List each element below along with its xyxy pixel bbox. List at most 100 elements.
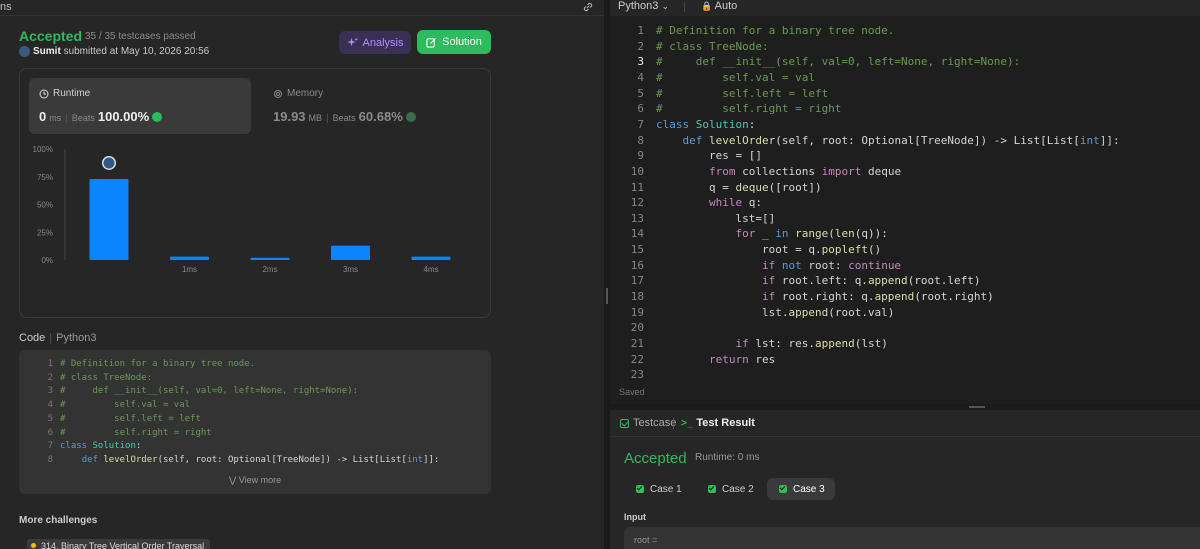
line-number: 8 <box>637 133 644 147</box>
link-icon[interactable] <box>582 1 594 13</box>
tab-fragment[interactable]: ns <box>0 1 12 13</box>
code-line: # class TreeNode: <box>60 372 153 383</box>
auto-mode[interactable]: 🔒 Auto <box>701 0 737 12</box>
avatar[interactable] <box>19 46 30 57</box>
auto-mode-label: Auto <box>714 0 738 12</box>
line-number: 20 <box>630 321 644 335</box>
clock-icon <box>39 89 49 98</box>
code-line[interactable]: # Definition for a binary tree node. <box>656 24 894 37</box>
solution-button[interactable]: Solution <box>417 30 491 54</box>
code-line: # Definition for a binary tree node. <box>60 359 256 369</box>
code-line[interactable]: while q: <box>656 196 762 209</box>
code-editor[interactable]: Python3 ⌄ 🔒 Auto 1 # Definition for a bin… <box>610 0 1200 404</box>
analysis-button[interactable]: Analysis <box>339 31 411 54</box>
code-section-label: Code | Python3 <box>19 332 97 344</box>
line-number: 2 <box>47 372 53 383</box>
app-root: ns Accepted 35 / 35 testcases passed Sum… <box>0 0 1200 549</box>
language-select-label: Python3 <box>618 0 659 12</box>
code-line[interactable]: lst=[] <box>656 212 775 225</box>
submission-status: Accepted <box>19 28 83 44</box>
code-line[interactable]: if lst: res.append(lst) <box>656 337 887 350</box>
language-select[interactable]: Python3 ⌄ <box>618 0 669 12</box>
code-line[interactable]: q = deque([root]) <box>656 181 822 194</box>
runtime-stat[interactable]: Runtime 0 ms | Beats 100.00% <box>29 78 251 134</box>
memory-label: Memory <box>273 88 323 99</box>
code-line[interactable]: for _ in range(len(q)): <box>656 227 887 240</box>
runtime-beats-label: Beats <box>71 113 95 123</box>
tab-test-result[interactable]: >_ Test Result <box>681 417 755 429</box>
runtime-separator: | <box>65 113 68 124</box>
line-number: 22 <box>630 352 644 366</box>
left-panel-header: ns <box>0 0 604 16</box>
code-line[interactable]: # self.val = val <box>656 71 815 84</box>
case-3-button[interactable]: Case 3 <box>767 478 835 500</box>
memory-stat[interactable]: Memory 19.93 MB | Beats 60.68% <box>263 78 485 134</box>
result-tabs: Testcase >_ Test Result <box>610 410 1200 437</box>
code-line[interactable]: def levelOrder(self, root: Optional[Tree… <box>656 134 1120 147</box>
x-tick-label: 4ms <box>423 265 438 274</box>
editor-toolbar: Python3 ⌄ 🔒 Auto <box>610 0 1200 16</box>
line-number: 3 <box>47 386 53 397</box>
code-line[interactable]: return res <box>656 353 775 366</box>
user-marker-avatar-inner <box>103 157 115 169</box>
line-number: 4 <box>47 400 53 411</box>
code-label-text: Code <box>19 332 46 344</box>
runtime-unit: ms <box>49 113 62 123</box>
view-more-label: View more <box>238 475 282 485</box>
case-1-label: Case 1 <box>650 483 682 495</box>
line-number: 3 <box>637 55 644 69</box>
case-1-button[interactable]: Case 1 <box>624 478 692 500</box>
runtime-value-row: 0 ms | Beats 100.00% <box>39 109 163 124</box>
line-number: 15 <box>630 243 644 257</box>
line-number: 6 <box>47 427 53 438</box>
memory-beats-label: Beats <box>332 113 356 123</box>
code-line[interactable]: # def __init__(self, val=0, left=None, r… <box>656 55 1020 68</box>
code-line[interactable]: res = [] <box>656 149 762 162</box>
code-line: class Solution: <box>60 441 142 452</box>
code-line[interactable]: lst.append(root.val) <box>656 306 894 319</box>
code-line[interactable]: class Solution: <box>656 118 755 131</box>
analysis-label: Analysis <box>362 36 404 49</box>
code-line[interactable]: # self.left = left <box>656 87 828 100</box>
code-line[interactable]: if not root: continue <box>656 259 901 272</box>
leaf-icon <box>152 112 163 122</box>
view-more-button[interactable]: ⋁ View more <box>19 475 491 486</box>
chart-bar <box>331 245 370 260</box>
check-icon <box>636 485 644 493</box>
x-tick-label: 3ms <box>343 265 358 274</box>
tab-testcase-label: Testcase <box>633 417 677 429</box>
line-number: 1 <box>47 359 53 369</box>
line-number: 13 <box>630 211 644 225</box>
line-number: 8 <box>47 454 53 465</box>
x-tick-label: 2ms <box>262 265 277 274</box>
runtime-label: Runtime <box>39 88 90 99</box>
tab-testcase[interactable]: Testcase <box>620 417 676 429</box>
challenge-link[interactable]: 314. Binary Tree Vertical Order Traversa… <box>27 539 211 549</box>
code-line[interactable]: # self.right = right <box>656 102 841 115</box>
memory-value-row: 19.93 MB | Beats 60.68% <box>273 109 416 124</box>
more-challenges-title: More challenges <box>19 515 98 526</box>
sparkle-icon <box>346 37 358 47</box>
result-runtime: Runtime: 0 ms <box>695 452 760 463</box>
performance-card: Runtime 0 ms | Beats 100.00% Memory 19.93 MB |… <box>19 68 491 318</box>
line-number: 18 <box>630 290 644 304</box>
code-line[interactable]: if root.right: q.append(root.right) <box>656 290 994 303</box>
line-number: 5 <box>637 86 644 100</box>
y-tick-label: 50% <box>37 201 53 210</box>
tab-separator <box>673 418 674 429</box>
memory-separator: | <box>326 113 329 124</box>
code-line[interactable]: if root.left: q.append(root.left) <box>656 274 981 287</box>
code-line[interactable]: root = q.popleft() <box>656 243 881 256</box>
case-2-button[interactable]: Case 2 <box>696 478 764 500</box>
splitter-handle[interactable] <box>606 288 608 304</box>
submitter-name[interactable]: Sumit <box>33 46 61 57</box>
chevron-down-icon: ⋁ <box>228 475 237 485</box>
line-number: 16 <box>630 258 644 272</box>
submitted-code: ⋁ View more 1 # Definition for a binary t… <box>19 350 491 494</box>
runtime-distribution-chart[interactable]: 100%75%50%25%0%1ms2ms3ms4ms1ms2ms3ms4ms <box>20 137 492 319</box>
code-line[interactable]: from collections import deque <box>656 165 901 178</box>
code-line[interactable]: # class TreeNode: <box>656 40 769 53</box>
code-line: # self.right = right <box>60 427 212 438</box>
splitter-handle[interactable] <box>969 406 985 408</box>
leaf-icon <box>405 112 416 122</box>
